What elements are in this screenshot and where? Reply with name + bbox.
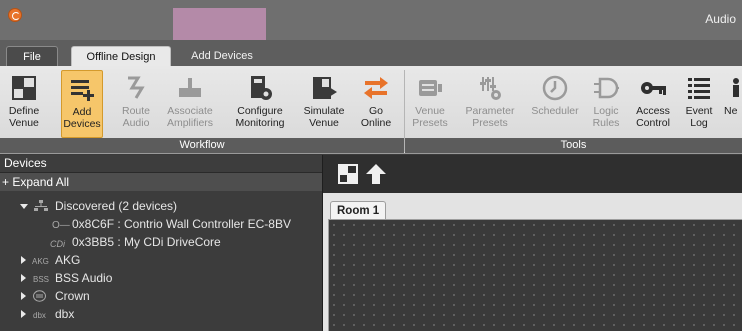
tree-node-bss-audio[interactable]: BSS BSS Audio <box>0 269 322 287</box>
network-tree-icon <box>34 200 48 211</box>
tree-node-label: AKG <box>55 253 81 267</box>
tab-add-devices[interactable]: Add Devices <box>178 46 266 66</box>
simulate-venue-button[interactable]: Simulate Venue <box>300 70 348 138</box>
title-bar: Audio <box>0 0 742 40</box>
network-label: Ne <box>724 105 738 117</box>
tree-node-crown[interactable]: Crown <box>0 287 322 305</box>
access-control-icon <box>641 82 666 95</box>
expand-all-button[interactable]: + Expand All <box>0 172 322 191</box>
event-log-button[interactable]: Event Log <box>682 70 716 138</box>
tools-group-label: Tools <box>405 138 742 153</box>
associate-amplifiers-label: Associate Amplifiers <box>166 105 214 129</box>
device-tree: Discovered (2 devices) O— 0x8C6F : Contr… <box>0 191 322 331</box>
define-venue-icon <box>12 76 36 100</box>
configure-monitoring-button[interactable]: Configure Monitoring <box>228 70 292 138</box>
tab-file[interactable]: File <box>6 46 58 66</box>
workspace-toolbar <box>322 155 742 193</box>
tree-node-label: dbx <box>55 307 75 321</box>
expand-arrow-icon[interactable] <box>20 204 28 209</box>
tree-node-akg[interactable]: AKG AKG <box>0 251 322 269</box>
logic-rules-button[interactable]: Logic Rules <box>588 70 624 138</box>
tab-offline-design[interactable]: Offline Design <box>71 46 171 66</box>
contextual-tab-highlight <box>173 8 266 40</box>
collapse-arrow-icon[interactable] <box>21 292 26 300</box>
tree-node-dbx[interactable]: dbx dbx <box>0 305 322 323</box>
ribbon: Define Venue Add Devices Route Audio Ass… <box>0 66 742 154</box>
configure-monitoring-label: Configure Monitoring <box>235 105 285 129</box>
dbx-logo-icon: dbx <box>33 311 46 320</box>
ribbon-tabs: File Offline Design Add Devices <box>0 40 742 66</box>
configure-monitoring-icon <box>251 76 272 100</box>
simulate-venue-label: Simulate Venue <box>303 105 345 129</box>
scheduler-label: Scheduler <box>531 105 579 117</box>
scheduler-button[interactable]: Scheduler <box>526 70 584 138</box>
go-online-label: Go Online <box>360 105 392 129</box>
devices-panel: Devices + Expand All Discovered (2 devic… <box>0 155 322 331</box>
devices-panel-header: Devices <box>0 155 322 172</box>
tree-node-label: 0x8C6F : Contrio Wall Controller EC-8BV <box>72 217 291 231</box>
venue-presets-button[interactable]: Venue Presets <box>410 70 450 138</box>
venue-presets-label: Venue Presets <box>412 105 448 129</box>
window-title: Audio <box>705 12 736 26</box>
design-grid[interactable] <box>328 219 742 331</box>
logic-rules-icon <box>594 77 619 99</box>
add-devices-icon <box>71 80 94 101</box>
parameter-presets-icon <box>480 77 501 100</box>
define-venue-button[interactable]: Define Venue <box>4 70 44 138</box>
network-icon <box>733 78 739 97</box>
crown-logo-icon <box>33 290 46 302</box>
add-devices-button[interactable]: Add Devices <box>61 70 103 138</box>
access-control-button[interactable]: Access Control <box>630 70 676 138</box>
parameter-presets-label: Parameter Presets <box>465 105 515 129</box>
event-log-label: Event Log <box>685 105 713 129</box>
tree-node-label: Discovered (2 devices) <box>55 199 178 213</box>
logic-rules-label: Logic Rules <box>592 105 620 129</box>
tree-node-label: Crown <box>55 289 90 303</box>
room-tab[interactable]: Room 1 <box>330 201 387 219</box>
tree-node-label: BSS Audio <box>55 271 113 285</box>
define-venue-label: Define Venue <box>8 105 40 129</box>
venue-presets-icon <box>419 80 442 96</box>
venue-layout-icon[interactable] <box>337 163 359 185</box>
scheduler-icon <box>542 75 568 101</box>
workflow-group-label: Workflow <box>0 138 404 153</box>
add-devices-label: Add Devices <box>63 106 101 130</box>
tree-node-device[interactable]: CDi 0x3BB5 : My CDi DriveCore <box>0 233 322 251</box>
associate-amplifiers-icon <box>179 78 201 97</box>
tree-node-label: 0x3BB5 : My CDi DriveCore <box>72 235 221 249</box>
simulate-venue-icon <box>313 77 337 99</box>
workspace-canvas: Room 1 <box>322 193 742 331</box>
route-audio-label: Route Audio <box>121 105 151 129</box>
route-audio-icon <box>128 76 145 99</box>
go-online-button[interactable]: Go Online <box>356 70 396 138</box>
app-logo-icon[interactable] <box>8 8 22 22</box>
up-arrow-icon[interactable] <box>365 163 387 185</box>
event-log-icon <box>688 78 710 99</box>
collapse-arrow-icon[interactable] <box>21 310 26 318</box>
associate-amplifiers-button[interactable]: Associate Amplifiers <box>162 70 218 138</box>
collapse-arrow-icon[interactable] <box>21 274 26 282</box>
go-online-icon <box>364 77 388 99</box>
collapse-arrow-icon[interactable] <box>21 256 26 264</box>
tree-node-discovered[interactable]: Discovered (2 devices) <box>0 197 322 215</box>
access-control-label: Access Control <box>636 105 670 129</box>
parameter-presets-button[interactable]: Parameter Presets <box>462 70 518 138</box>
network-button[interactable]: Ne <box>724 70 742 138</box>
route-audio-button[interactable]: Route Audio <box>116 70 156 138</box>
tree-node-device[interactable]: O— 0x8C6F : Contrio Wall Controller EC-8… <box>0 215 322 233</box>
